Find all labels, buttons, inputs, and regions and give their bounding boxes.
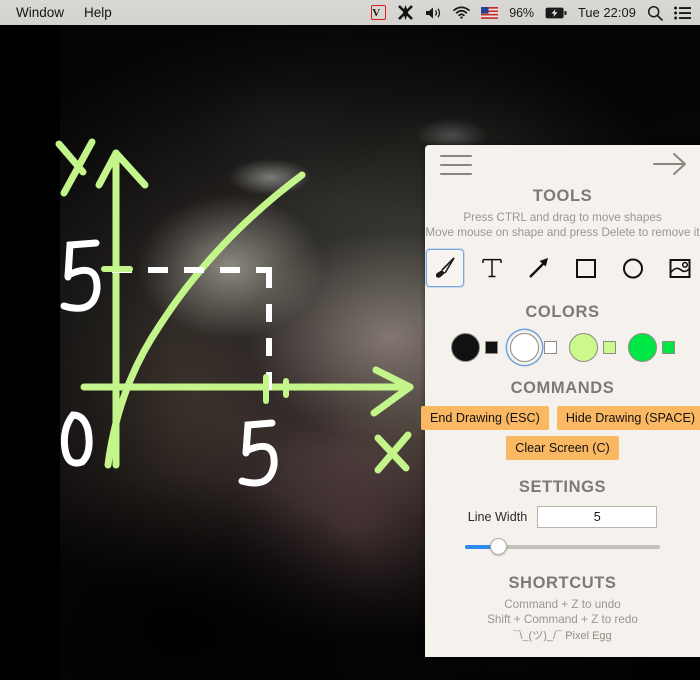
color-light-green[interactable] <box>566 330 619 365</box>
graph-y-axis-label <box>55 138 96 197</box>
battery-charging-icon[interactable] <box>545 7 567 19</box>
tool-text[interactable] <box>473 249 511 287</box>
color-light-green-square[interactable] <box>602 341 616 354</box>
tools-hint-line-2: Move mouse on shape and press Delete to … <box>425 226 700 239</box>
control-center-icon[interactable] <box>674 6 691 20</box>
color-black-circle[interactable] <box>450 333 480 362</box>
commands-row-2: Clear Screen (C) <box>425 436 700 460</box>
color-black[interactable] <box>448 330 501 365</box>
tools-hint-line-1: Press CTRL and drag to move shapes <box>463 211 662 224</box>
image-icon <box>669 259 691 278</box>
color-black-square[interactable] <box>484 341 498 354</box>
vlc-icon[interactable]: V <box>371 5 387 20</box>
arrow-right-icon[interactable] <box>652 151 688 177</box>
pixel-egg-tool-panel: TOOLS Press CTRL and drag to move shapes… <box>420 145 700 657</box>
color-light-green-circle[interactable] <box>568 333 598 362</box>
circle-icon <box>623 258 643 279</box>
colors-section-title: COLORS <box>525 303 600 321</box>
shortcuts-section-title: SHORTCUTS <box>508 574 617 592</box>
shortcut-redo: Shift + Command + Z to redo <box>487 613 638 626</box>
color-white-circle[interactable] <box>509 333 539 362</box>
color-green[interactable] <box>625 330 678 365</box>
square-icon <box>576 259 596 278</box>
end-drawing-button[interactable]: End Drawing (ESC) <box>420 406 549 430</box>
panel-header <box>425 145 700 187</box>
hide-drawing-button[interactable]: Hide Drawing (SPACE) <box>556 406 700 430</box>
arrow-diagonal-icon <box>529 258 548 278</box>
graph-origin-label <box>60 411 93 467</box>
text-t-icon <box>482 258 502 278</box>
wifi-icon[interactable] <box>453 6 471 19</box>
macos-menu-bar: Window Help V 96% Tue 22:09 <box>0 0 700 25</box>
hamburger-icon[interactable] <box>440 155 472 175</box>
screen: Window Help V 96% Tue 22:09 TOOLS Press … <box>0 0 700 680</box>
line-width-label: Line Width <box>467 510 528 524</box>
colors-row <box>425 330 700 365</box>
commands-section-title: COMMANDS <box>510 379 615 397</box>
graph-y-axis <box>95 149 149 469</box>
tool-rectangle[interactable] <box>567 249 605 287</box>
volume-icon[interactable] <box>425 6 442 20</box>
color-green-circle[interactable] <box>627 333 657 362</box>
clear-screen-button[interactable]: Clear Screen (C) <box>506 436 619 460</box>
graph-x-axis-label <box>374 431 412 474</box>
graph-x-tick-label <box>238 419 278 487</box>
tools-row <box>425 249 700 287</box>
line-width-slider[interactable] <box>465 538 660 556</box>
line-width-row: Line Width <box>425 506 700 528</box>
line-width-input[interactable] <box>537 506 658 528</box>
menu-window[interactable]: Window <box>16 5 64 20</box>
shortcut-undo: Command + Z to undo <box>504 598 621 611</box>
tool-brush[interactable] <box>426 249 464 287</box>
color-white[interactable] <box>507 330 560 365</box>
settings-section-title: SETTINGS <box>518 478 607 496</box>
graph-y-tick-label <box>60 239 101 312</box>
commands-row-1: End Drawing (ESC) Hide Drawing (SPACE) <box>420 406 700 430</box>
tool-ellipse[interactable] <box>614 249 652 287</box>
input-language-flag-icon[interactable] <box>481 6 499 19</box>
color-white-square[interactable] <box>543 341 557 354</box>
color-green-square[interactable] <box>661 341 675 354</box>
tools-section-title: TOOLS <box>532 187 593 205</box>
panel-footer-branding: ¯\_(ツ)_/¯ Pixel Egg <box>513 630 612 642</box>
slider-knob[interactable] <box>490 538 508 555</box>
menu-help[interactable]: Help <box>84 5 112 20</box>
tool-arrow[interactable] <box>520 249 558 287</box>
spotlight-search-icon[interactable] <box>647 5 663 21</box>
battery-percent[interactable]: 96% <box>509 6 534 20</box>
brush-icon <box>435 257 455 278</box>
xquartz-icon[interactable] <box>397 4 414 21</box>
tool-image[interactable] <box>661 249 699 287</box>
clock[interactable]: Tue 22:09 <box>578 5 636 20</box>
